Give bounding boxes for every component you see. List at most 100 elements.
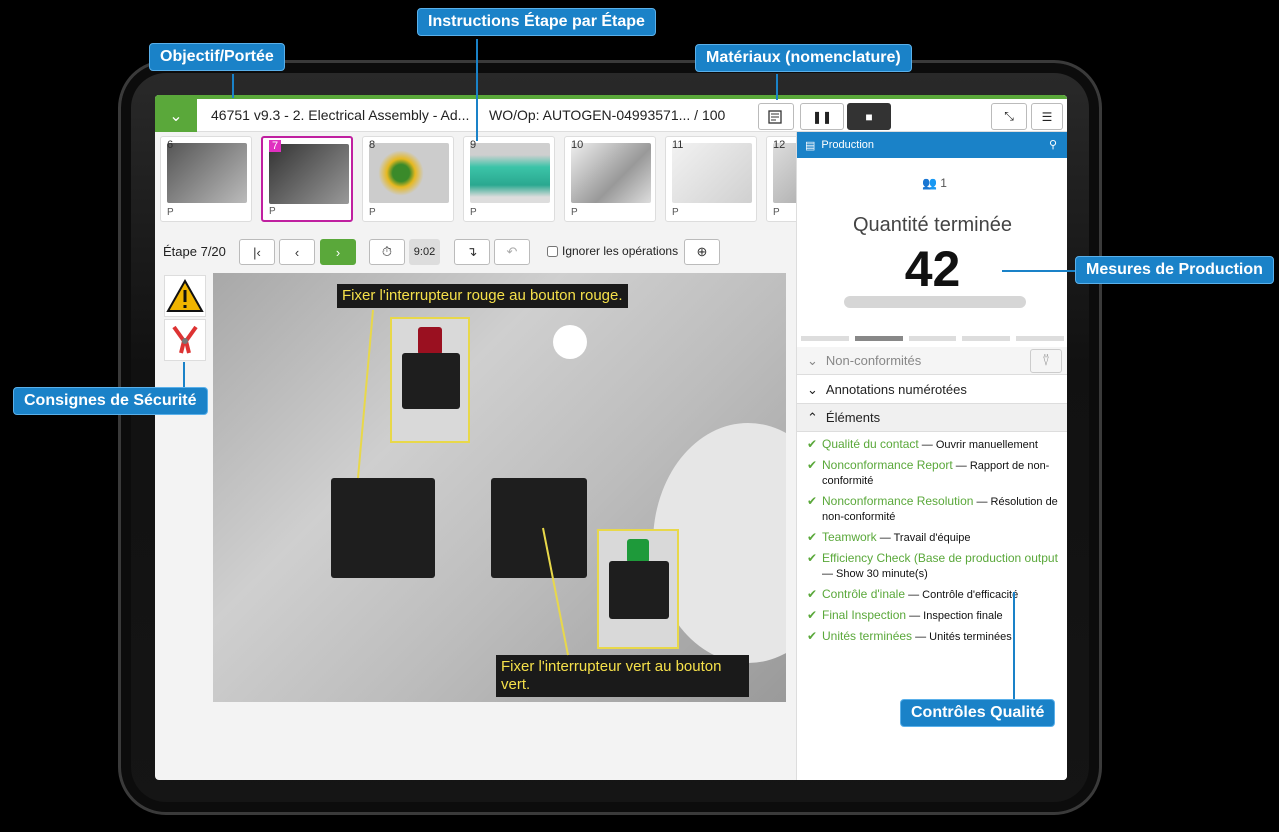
- production-icon: ▤: [805, 139, 816, 152]
- menu-icon[interactable]: ☰: [1031, 103, 1063, 130]
- thumbnail-number: 12: [773, 139, 786, 151]
- check-icon: ✔: [807, 587, 818, 601]
- item-name: Nonconformance Report: [822, 458, 953, 472]
- quality-checks-list: ✔ Qualité du contact — Ouvrir manuellemen…: [807, 437, 1065, 650]
- pin-icon[interactable]: ⚲: [1049, 138, 1057, 151]
- warning-icon[interactable]: [164, 275, 206, 317]
- list-item[interactable]: ✔ Efficiency Check (Base de production ou…: [807, 551, 1065, 581]
- check-icon: ✔: [807, 608, 818, 622]
- app-screen: ⌄ 46751 v9.3 - 2. Electrical Assembly - …: [155, 95, 1067, 780]
- thumbnail-step-active[interactable]: 7 P: [261, 136, 353, 222]
- item-desc: — Ouvrir manuellement: [918, 439, 1038, 451]
- step-navigation: Étape 7/20 |‹ ‹ › ⏱ 9:02 ↴ ↶ Ignorer les…: [155, 235, 796, 267]
- collapse-icon[interactable]: ⤡: [991, 103, 1027, 130]
- callout-materials: Matériaux (nomenclature): [695, 44, 912, 72]
- pause-icon[interactable]: ❚❚: [800, 103, 844, 130]
- list-item[interactable]: ✔ Nonconformance Resolution — Résolution …: [807, 494, 1065, 524]
- work-order: WO/Op: AUTOGEN-04993571... / 100: [489, 107, 726, 123]
- list-item[interactable]: ✔ Final Inspection — Inspection finale: [807, 608, 1065, 623]
- elements-section[interactable]: ⌃ Éléments: [797, 404, 1067, 432]
- chevron-down-icon[interactable]: ⌄: [155, 95, 197, 136]
- previous-step-icon[interactable]: ‹: [279, 239, 315, 265]
- ignore-operations-toggle[interactable]: Ignorer les opérations: [547, 244, 678, 258]
- redirect-icon[interactable]: ↴: [454, 239, 490, 265]
- tab-segment[interactable]: [1016, 336, 1064, 341]
- bom-list-icon[interactable]: [758, 103, 794, 130]
- item-name: Contrôle d'inale: [822, 587, 906, 601]
- step-timer: 9:02: [409, 239, 440, 265]
- callout-connector: [183, 362, 185, 388]
- thumbnail-label: P: [269, 206, 276, 217]
- pointer-arrows: [357, 309, 569, 656]
- top-bar: ⌄ 46751 v9.3 - 2. Electrical Assembly - …: [155, 95, 1067, 136]
- list-item[interactable]: ✔ Teamwork — Travail d'équipe: [807, 530, 1065, 545]
- callout-connector: [1002, 270, 1076, 272]
- thumbnail-label: P: [167, 207, 174, 218]
- thumbnail-step[interactable]: 10 P: [564, 136, 656, 222]
- tab-segment[interactable]: [801, 336, 849, 341]
- thumbnail-image: [269, 144, 349, 204]
- thumbnail-step[interactable]: 8 P: [362, 136, 454, 222]
- nonconformities-section[interactable]: ⌄ Non-conformités ⍢: [797, 347, 1067, 375]
- item-desc: — Unités terminées: [912, 631, 1012, 643]
- ignore-checkbox[interactable]: [547, 245, 558, 257]
- item-name: Efficiency Check (Base de production out…: [822, 551, 1058, 565]
- thumbnail-image: [470, 143, 550, 203]
- users-value: 1: [940, 176, 947, 190]
- thumbnail-number: 6: [167, 139, 174, 151]
- item-desc: — Show 30 minute(s): [822, 568, 928, 580]
- check-icon: ✔: [807, 629, 818, 643]
- annotations-section[interactable]: ⌄ Annotations numérotées: [797, 376, 1067, 404]
- check-icon: ✔: [807, 458, 818, 472]
- thumbnail-step[interactable]: 9 P: [463, 136, 555, 222]
- first-step-icon[interactable]: |‹: [239, 239, 275, 265]
- clock-icon[interactable]: ⏱: [369, 239, 405, 265]
- trophy-icon[interactable]: ⍢: [1030, 349, 1062, 373]
- thumbnail-label: P: [571, 207, 578, 218]
- panel-tab-indicator: [797, 336, 1067, 341]
- tab-segment-active[interactable]: [854, 336, 903, 341]
- item-desc: — Inspection finale: [906, 610, 1003, 622]
- tab-segment[interactable]: [908, 336, 957, 341]
- check-icon: ✔: [807, 551, 818, 565]
- callout-quality: Contrôles Qualité: [900, 699, 1056, 727]
- check-icon: ✔: [807, 530, 818, 544]
- callout-safety: Consignes de Sécurité: [13, 387, 208, 415]
- instruction-image: Fixer l'interrupteur rouge au bouton rou…: [213, 273, 786, 702]
- check-icon: ✔: [807, 437, 818, 451]
- chevron-down-icon: ⌄: [807, 352, 818, 368]
- pliers-icon[interactable]: [164, 319, 206, 361]
- annotations-label: Annotations numérotées: [825, 382, 967, 397]
- callout-connector: [776, 74, 778, 100]
- panel-header: ▤ Production ⚲: [797, 132, 1067, 158]
- undo-icon[interactable]: ↶: [494, 239, 530, 265]
- list-item[interactable]: ✔ Contrôle d'inale — Contrôle d'efficacit…: [807, 587, 1065, 602]
- thumbnail-image: [167, 143, 247, 203]
- thumbnail-step[interactable]: 6 P: [160, 136, 252, 222]
- elements-label: Éléments: [825, 410, 881, 425]
- thumbnail-image: [369, 143, 449, 203]
- thumbnail-label: P: [369, 207, 376, 218]
- quantity-label: Quantité terminée: [853, 214, 1012, 236]
- thumbnail-step[interactable]: 12 P: [766, 136, 796, 222]
- quantity-value: 42: [904, 241, 961, 297]
- list-item[interactable]: ✔ Unités terminées — Unités terminées: [807, 629, 1065, 644]
- zoom-icon[interactable]: ⊕: [684, 239, 720, 265]
- thumbnail-number: 7: [269, 140, 282, 152]
- check-icon: ✔: [807, 494, 818, 508]
- thumbnail-label: P: [773, 207, 780, 218]
- list-item[interactable]: ✔ Qualité du contact — Ouvrir manuellemen…: [807, 437, 1065, 452]
- thumbnail-label: P: [672, 207, 679, 218]
- callout-instructions: Instructions Étape par Étape: [417, 8, 656, 36]
- tab-segment[interactable]: [962, 336, 1011, 341]
- next-step-icon[interactable]: ›: [320, 239, 356, 265]
- item-name: Unités terminées: [822, 629, 913, 643]
- thumbnail-step[interactable]: 11 P: [665, 136, 757, 222]
- stop-icon[interactable]: ■: [847, 103, 891, 130]
- chevron-down-icon: ⌄: [807, 381, 818, 397]
- list-item[interactable]: ✔ Nonconformance Report — Rapport de non-…: [807, 458, 1065, 488]
- stage: { "callouts": { "scope": "Objectif/Porté…: [0, 0, 1279, 832]
- production-panel: ▤ Production ⚲ 👥 1 Quantité terminée 42 …: [796, 132, 1067, 780]
- item-name: Teamwork: [822, 530, 877, 544]
- users-icon: 👥: [922, 176, 941, 190]
